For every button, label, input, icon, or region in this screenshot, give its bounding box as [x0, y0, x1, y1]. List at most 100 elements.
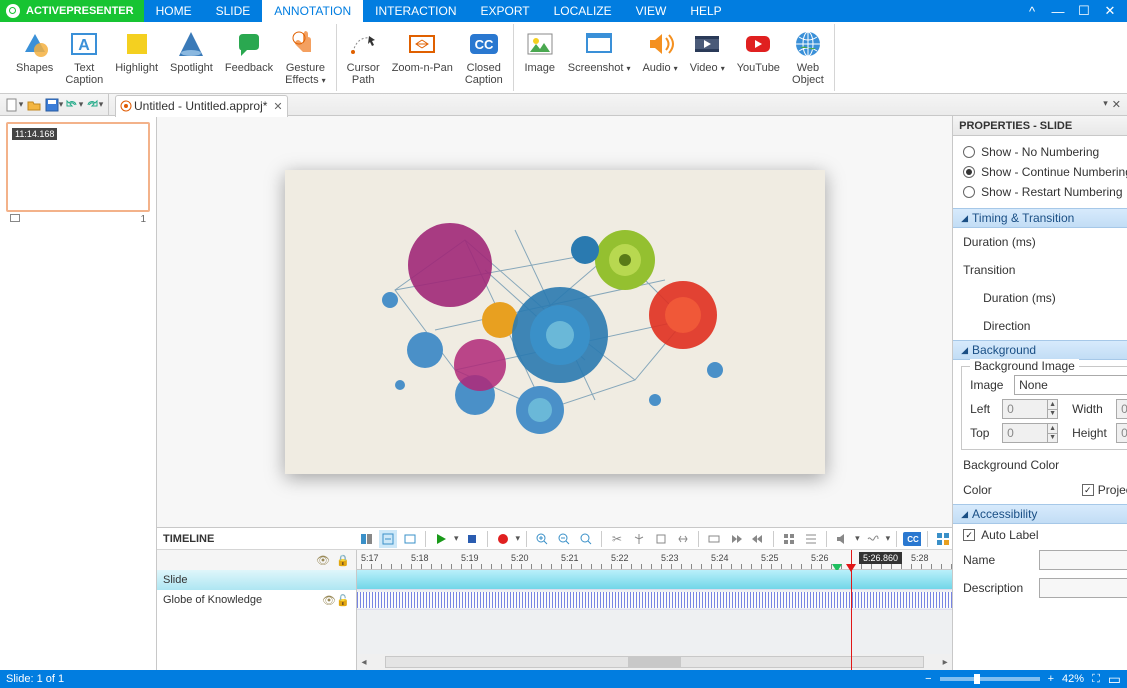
layout-icon[interactable] — [934, 530, 952, 548]
zoom-in-icon[interactable] — [533, 530, 551, 548]
play-menu-icon[interactable]: ▾ — [454, 533, 459, 544]
image-field[interactable]: None — [1014, 375, 1127, 395]
record-button[interactable] — [494, 530, 512, 548]
close-panel-button[interactable]: ✕ — [1112, 98, 1121, 111]
snap-icon[interactable] — [357, 530, 375, 548]
web-object-button[interactable]: WebObject — [786, 24, 830, 91]
youtube-button[interactable]: YouTube — [731, 24, 786, 91]
grid-icon[interactable] — [780, 530, 798, 548]
volume-icon[interactable] — [833, 530, 851, 548]
menu-annotation[interactable]: ANNOTATION — [262, 0, 363, 22]
noise-icon[interactable] — [864, 530, 882, 548]
cut-icon[interactable]: ✂ — [608, 530, 626, 548]
stop-button[interactable] — [463, 530, 481, 548]
zoom-fit-icon[interactable] — [577, 530, 595, 548]
scrollbar-thumb[interactable] — [628, 657, 682, 667]
audio-track[interactable] — [357, 590, 952, 610]
autoscroll-icon[interactable] — [379, 530, 397, 548]
radio-icon[interactable] — [963, 186, 975, 198]
timeline-tracks[interactable]: 5:175:185:195:205:215:225:235:245:255:26… — [357, 550, 952, 670]
trim-icon[interactable] — [652, 530, 670, 548]
menu-interaction[interactable]: INTERACTION — [363, 0, 468, 22]
open-button[interactable] — [24, 96, 44, 114]
feedback-button[interactable]: Feedback — [219, 24, 279, 91]
new-button[interactable]: ▾ — [4, 96, 24, 114]
zoom-thumb[interactable] — [974, 674, 980, 684]
highlight-button[interactable]: Highlight — [109, 24, 164, 91]
timeline-row-video[interactable]: Globe of Knowledge 👁 🔓 — [157, 590, 356, 610]
zoom-in-button[interactable]: + — [1048, 673, 1054, 685]
split-icon[interactable] — [630, 530, 648, 548]
maximize-button[interactable]: ☐ — [1075, 2, 1093, 20]
noise-menu-icon[interactable]: ▾ — [886, 533, 891, 544]
menu-export[interactable]: EXPORT — [469, 0, 542, 22]
row-lock-icon[interactable]: 🔓 — [336, 593, 350, 607]
document-tab[interactable]: Untitled - Untitled.approj* ✕ — [115, 95, 288, 117]
text-caption-button[interactable]: ATextCaption — [59, 24, 109, 91]
radio-icon[interactable] — [963, 166, 975, 178]
speed-up-icon[interactable] — [727, 530, 745, 548]
ribbon-label: Highlight — [115, 62, 158, 74]
closed-caption-button[interactable]: CCClosedCaption — [459, 24, 509, 91]
menu-view[interactable]: VIEW — [624, 0, 679, 22]
lock-column-icon[interactable]: 🔒 — [336, 553, 350, 567]
playhead[interactable] — [851, 550, 852, 670]
zoom-slider[interactable] — [940, 677, 1040, 681]
close-tab-button[interactable]: ✕ — [273, 100, 282, 113]
row-visibility-icon[interactable]: 👁 — [322, 593, 336, 607]
join-icon[interactable] — [674, 530, 692, 548]
fit-button[interactable]: ⛶ — [1092, 673, 1100, 686]
scroll-right-button[interactable]: ▸ — [938, 657, 952, 668]
close-button[interactable]: ✕ — [1101, 2, 1119, 20]
cc-toggle-button[interactable]: CC — [903, 530, 921, 548]
zoom-out-icon[interactable] — [555, 530, 573, 548]
scroll-left-button[interactable]: ◂ — [357, 657, 371, 668]
project-setting-checkbox[interactable] — [1082, 484, 1094, 496]
numbering-option[interactable]: Show - Restart Numbering — [963, 182, 1127, 202]
scrollbar-track[interactable] — [385, 656, 924, 668]
volume-menu-icon[interactable]: ▾ — [855, 533, 860, 544]
auto-label-checkbox[interactable] — [963, 529, 975, 541]
undo-button[interactable]: ▾ — [64, 96, 84, 114]
audio-button[interactable]: Audio ▾ — [636, 24, 683, 91]
slide-track[interactable] — [357, 570, 952, 590]
play-button[interactable] — [432, 530, 450, 548]
panel-menu-icon[interactable]: ▾ — [1103, 98, 1108, 111]
cursor-path-button[interactable]: CursorPath — [341, 24, 386, 91]
numbering-option[interactable]: Show - Continue Numbering — [963, 162, 1127, 182]
collapse-ribbon-icon[interactable]: ^ — [1023, 2, 1041, 20]
menu-home[interactable]: HOME — [144, 0, 204, 22]
menu-localize[interactable]: LOCALIZE — [542, 0, 624, 22]
section-accessibility[interactable]: ◢Accessibility — [953, 504, 1127, 524]
list-icon[interactable] — [802, 530, 820, 548]
redo-button[interactable]: ▾ — [84, 96, 104, 114]
section-background[interactable]: ◢Background — [953, 340, 1127, 360]
video-icon — [691, 28, 723, 60]
menu-help[interactable]: HELP — [678, 0, 733, 22]
numbering-option[interactable]: Show - No Numbering — [963, 142, 1127, 162]
visibility-column-icon[interactable]: 👁 — [316, 553, 330, 567]
slide-canvas[interactable] — [285, 170, 825, 474]
section-timing[interactable]: ◢Timing & Transition — [953, 208, 1127, 228]
slide-thumbnail[interactable]: 11:14.168 — [6, 122, 150, 212]
zoom-out-button[interactable]: − — [925, 673, 931, 685]
menu-slide[interactable]: SLIDE — [204, 0, 263, 22]
screenshot-button[interactable]: Screenshot ▾ — [562, 24, 637, 91]
record-menu-icon[interactable]: ▾ — [516, 533, 521, 544]
save-button[interactable]: ▾ — [44, 96, 64, 114]
image-button[interactable]: Image — [518, 24, 562, 91]
radio-icon[interactable] — [963, 146, 975, 158]
speed-down-icon[interactable] — [749, 530, 767, 548]
video-button[interactable]: Video ▾ — [684, 24, 731, 91]
shapes-button[interactable]: Shapes — [10, 24, 59, 91]
gesture-effects-button[interactable]: GestureEffects ▾ — [279, 24, 332, 91]
minimize-button[interactable]: — — [1049, 2, 1067, 20]
view-mode-button[interactable]: ▭ — [1108, 671, 1121, 688]
loop-icon[interactable] — [401, 530, 419, 548]
app-badge: ACTIVEPRESENTER — [0, 0, 144, 22]
spotlight-button[interactable]: Spotlight — [164, 24, 219, 91]
insert-time-icon[interactable] — [705, 530, 723, 548]
timeline-row-slide[interactable]: Slide — [157, 570, 356, 590]
gesture-icon — [289, 28, 321, 60]
zoom-n-pan-button[interactable]: Zoom-n-Pan — [386, 24, 459, 91]
